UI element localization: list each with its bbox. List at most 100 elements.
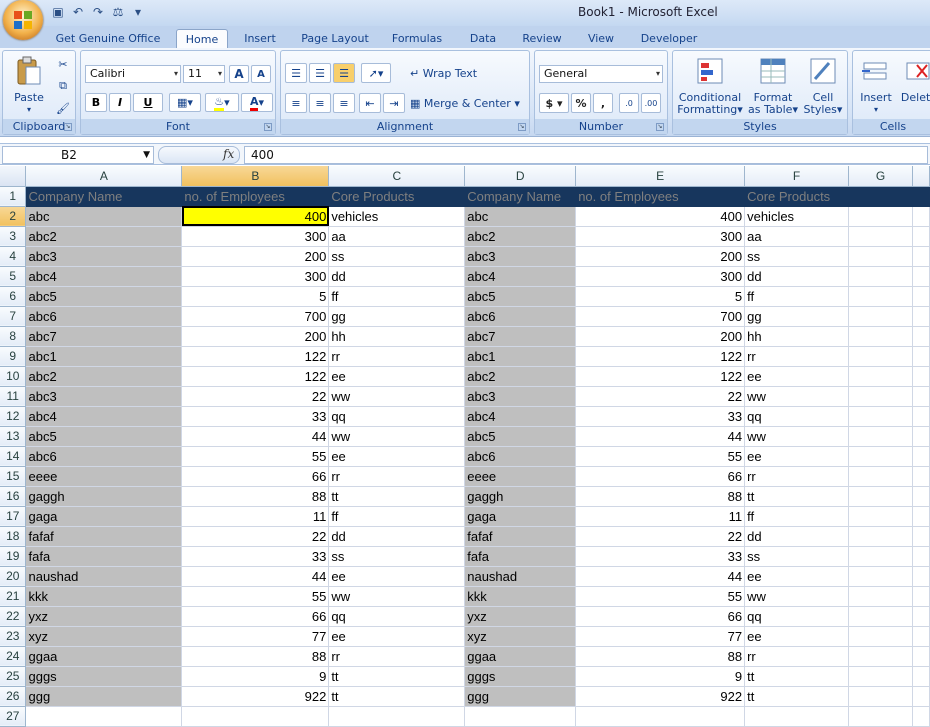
column-header-c[interactable]: C	[328, 166, 466, 187]
cell[interactable]	[848, 426, 913, 447]
product-cell[interactable]: ee	[744, 566, 850, 587]
row-header[interactable]: 7	[0, 306, 27, 327]
employees-cell[interactable]: 11	[575, 506, 746, 527]
product-cell[interactable]: ww	[744, 426, 850, 447]
row-header[interactable]: 6	[0, 286, 27, 307]
product-cell[interactable]: rr	[744, 646, 850, 667]
header-cell[interactable]	[848, 186, 913, 207]
header-cell[interactable]: Core Products	[744, 186, 850, 207]
cell[interactable]	[848, 586, 913, 607]
cell[interactable]	[912, 266, 930, 287]
row-header[interactable]: 10	[0, 366, 27, 387]
cell[interactable]	[464, 706, 577, 727]
cell[interactable]	[912, 406, 930, 427]
cell[interactable]	[912, 666, 930, 687]
employees-cell[interactable]: 22	[575, 386, 746, 407]
header-cell[interactable]: Core Products	[328, 186, 466, 207]
header-cell[interactable]: Company Name	[464, 186, 577, 207]
increase-indent-icon[interactable]: ⇥	[383, 93, 405, 113]
company-cell[interactable]: abc7	[464, 326, 577, 347]
company-cell[interactable]: fafa	[25, 546, 183, 567]
align-top-icon[interactable]: ☰	[285, 63, 307, 83]
company-cell[interactable]: abc	[464, 206, 577, 227]
company-cell[interactable]: abc5	[25, 286, 183, 307]
company-cell[interactable]: abc6	[464, 446, 577, 467]
company-cell[interactable]: xyz	[25, 626, 183, 647]
column-header-g[interactable]: G	[848, 166, 913, 187]
product-cell[interactable]: vehicles	[328, 206, 466, 227]
cell[interactable]	[181, 706, 330, 727]
cell[interactable]	[912, 686, 930, 707]
product-cell[interactable]: tt	[744, 666, 850, 687]
header-cell[interactable]: Company Name	[25, 186, 183, 207]
row-header[interactable]: 21	[0, 586, 27, 607]
company-cell[interactable]: eeee	[25, 466, 183, 487]
company-cell[interactable]: yxz	[25, 606, 183, 627]
select-all-corner[interactable]	[0, 166, 27, 187]
product-cell[interactable]: dd	[328, 266, 466, 287]
employees-cell[interactable]: 300	[575, 266, 746, 287]
company-cell[interactable]: naushad	[25, 566, 183, 587]
company-cell[interactable]: abc2	[464, 366, 577, 387]
row-header[interactable]: 25	[0, 666, 27, 687]
product-cell[interactable]: aa	[328, 226, 466, 247]
row-header[interactable]: 9	[0, 346, 27, 367]
product-cell[interactable]: tt	[328, 686, 466, 707]
currency-button[interactable]: $ ▾	[539, 93, 569, 113]
cell[interactable]	[912, 586, 930, 607]
company-cell[interactable]: fafa	[464, 546, 577, 567]
cell[interactable]	[912, 206, 930, 227]
copy-icon[interactable]: ⧉	[53, 77, 73, 95]
employees-cell[interactable]: 88	[575, 486, 746, 507]
insert-cells-button[interactable]: Insert ▾	[855, 55, 897, 116]
font-name-dropdown[interactable]: Calibri ▾	[85, 65, 181, 83]
product-cell[interactable]: ff	[328, 286, 466, 307]
tab-formulas[interactable]: Formulas	[386, 29, 448, 48]
column-header-e[interactable]: E	[575, 166, 746, 187]
tab-get-genuine-office[interactable]: Get Genuine Office	[50, 29, 166, 48]
company-cell[interactable]: abc5	[464, 426, 577, 447]
cell[interactable]	[848, 466, 913, 487]
cell[interactable]	[912, 546, 930, 567]
row-header[interactable]: 15	[0, 466, 27, 487]
tab-view[interactable]: View	[580, 29, 622, 48]
product-cell[interactable]: ee	[328, 566, 466, 587]
company-cell[interactable]: abc6	[25, 306, 183, 327]
cell[interactable]	[848, 506, 913, 527]
cell[interactable]	[912, 526, 930, 547]
cell[interactable]	[912, 426, 930, 447]
company-cell[interactable]: abc4	[464, 406, 577, 427]
cell[interactable]	[848, 666, 913, 687]
cell[interactable]	[912, 386, 930, 407]
employees-cell[interactable]: 88	[181, 646, 330, 667]
align-center-icon[interactable]: ≡	[309, 93, 331, 113]
cell[interactable]	[848, 486, 913, 507]
company-cell[interactable]: fafaf	[464, 526, 577, 547]
company-cell[interactable]: abc3	[464, 246, 577, 267]
employees-cell[interactable]: 122	[181, 346, 330, 367]
product-cell[interactable]: gg	[328, 306, 466, 327]
company-cell[interactable]: abc7	[25, 326, 183, 347]
company-cell[interactable]: abc4	[25, 266, 183, 287]
cell[interactable]	[912, 326, 930, 347]
undo-icon[interactable]: ↶	[70, 4, 86, 20]
product-cell[interactable]: ee	[744, 626, 850, 647]
product-cell[interactable]: hh	[328, 326, 466, 347]
company-cell[interactable]: ggaa	[25, 646, 183, 667]
employees-cell[interactable]: 922	[181, 686, 330, 707]
cell[interactable]	[912, 486, 930, 507]
employees-cell[interactable]: 9	[575, 666, 746, 687]
cell[interactable]	[848, 226, 913, 247]
employees-cell[interactable]: 55	[181, 586, 330, 607]
cell[interactable]	[848, 546, 913, 567]
product-cell[interactable]: ee	[744, 446, 850, 467]
cell[interactable]	[575, 706, 746, 727]
employees-cell[interactable]: 400	[181, 206, 330, 227]
cell[interactable]	[848, 246, 913, 267]
row-header[interactable]: 20	[0, 566, 27, 587]
employees-cell[interactable]: 122	[575, 366, 746, 387]
cell[interactable]	[848, 306, 913, 327]
company-cell[interactable]: gaggh	[464, 486, 577, 507]
employees-cell[interactable]: 922	[575, 686, 746, 707]
align-right-icon[interactable]: ≡	[333, 93, 355, 113]
